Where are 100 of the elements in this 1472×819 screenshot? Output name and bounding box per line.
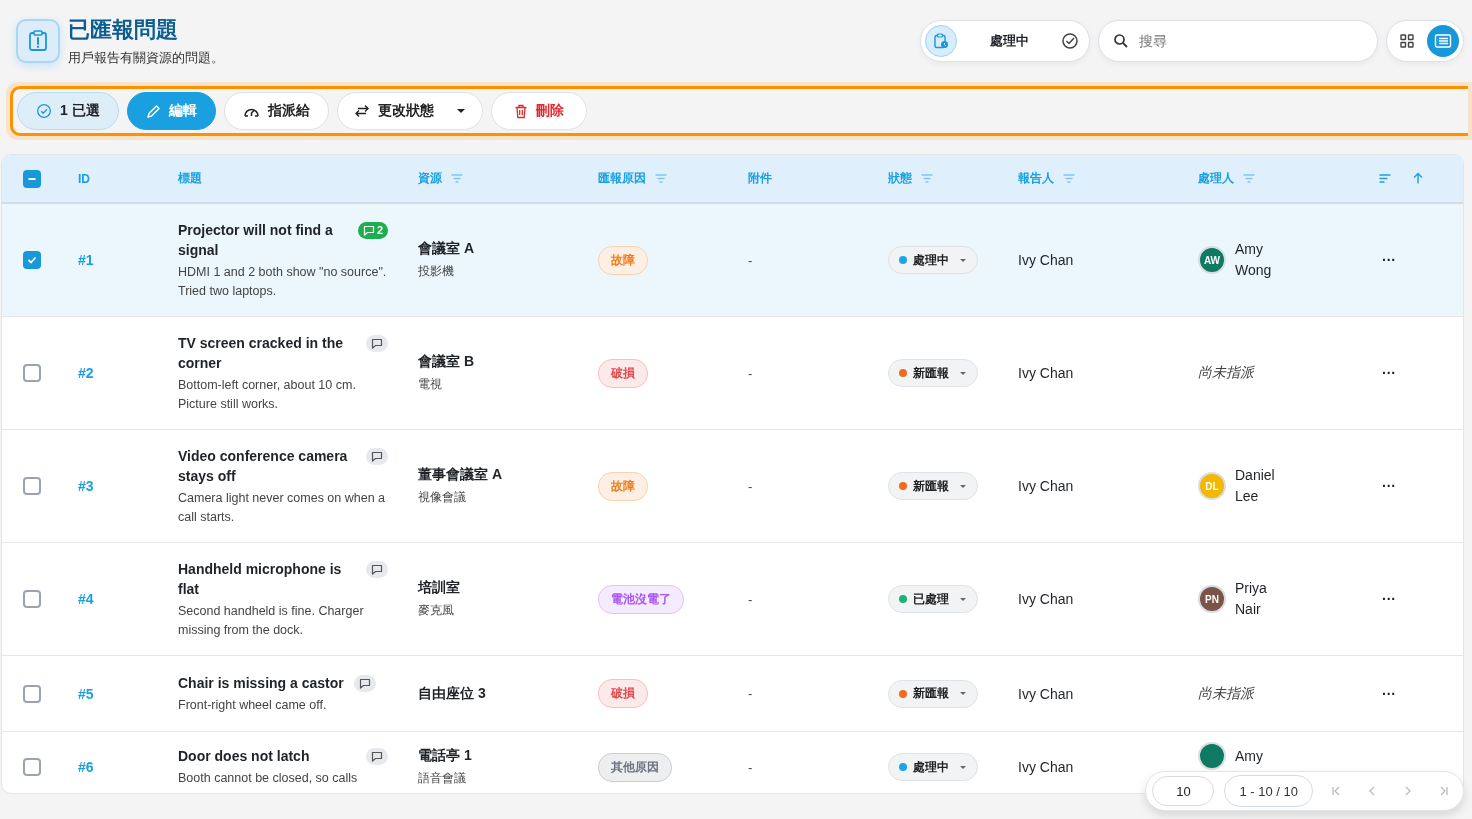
- caret-icon: [959, 483, 967, 489]
- resource-name: 董事會議室 A: [418, 466, 503, 484]
- row-checkbox[interactable]: [23, 477, 41, 495]
- caret-icon: [959, 257, 967, 263]
- issue-description: Camera light never comes on when a call starts.: [178, 489, 387, 526]
- page-title: 已匯報問題: [68, 16, 179, 44]
- attachments-cell-text: -: [748, 252, 754, 268]
- filter-icon: [1062, 172, 1076, 185]
- issue-id[interactable]: #6: [78, 759, 178, 775]
- comment-icon[interactable]: [366, 748, 388, 765]
- issue-title: Chair is missing a castor: [178, 673, 344, 693]
- caret-icon: [959, 691, 967, 696]
- arrow-up-icon[interactable]: [1412, 172, 1424, 185]
- comment-icon[interactable]: [366, 334, 388, 352]
- column-header[interactable]: 標題: [178, 170, 202, 187]
- selection-count-button[interactable]: 1 已選: [17, 92, 119, 130]
- search-input[interactable]: 搜尋: [1137, 32, 1363, 50]
- assignee-name: Daniel Lee: [1235, 466, 1276, 506]
- unassigned-label: 尚未指派: [1198, 364, 1256, 382]
- reporter-name: Ivy Chan: [1018, 759, 1075, 775]
- reason-tag: 破損: [598, 679, 648, 708]
- more-options-button[interactable]: ···: [1382, 478, 1396, 494]
- avatar: PN: [1198, 585, 1226, 613]
- resource-name: 會議室 B: [418, 353, 475, 371]
- more-options-button[interactable]: ···: [1382, 685, 1396, 702]
- resource-type: 視像會議: [418, 489, 467, 506]
- clipboard-alert-icon: [16, 19, 60, 63]
- status-dropdown[interactable]: 處理中: [888, 246, 978, 274]
- reporter-name: Ivy Chan: [1018, 591, 1075, 607]
- trash-icon: [513, 103, 528, 119]
- row-checkbox[interactable]: [23, 758, 41, 776]
- resource-name: 自由座位 3: [418, 684, 487, 703]
- more-options-button[interactable]: ···: [1382, 365, 1396, 381]
- column-header[interactable]: 報告人: [1018, 170, 1076, 187]
- column-header[interactable]: 附件: [748, 170, 772, 187]
- column-header[interactable]: 處理人: [1198, 170, 1256, 187]
- pencil-icon: [145, 103, 161, 119]
- issue-title: Handheld microphone is flat: [178, 559, 343, 599]
- sort-icon[interactable]: [1378, 172, 1392, 185]
- comment-icon[interactable]: [366, 447, 388, 465]
- status-dropdown[interactable]: 已處理: [888, 585, 978, 613]
- caret-icon: [959, 764, 967, 770]
- status-dropdown[interactable]: 新匯報: [888, 679, 978, 708]
- more-options-button[interactable]: ···: [1382, 591, 1396, 607]
- column-header[interactable]: 匯報原因: [598, 170, 668, 187]
- issue-id[interactable]: #3: [78, 478, 178, 494]
- page-size-field[interactable]: 10: [1152, 776, 1215, 806]
- swap-arrows-icon: [353, 104, 370, 118]
- edit-button[interactable]: 編輯: [126, 92, 216, 130]
- issue-id[interactable]: #5: [78, 685, 178, 702]
- reason-tag: 破損: [598, 358, 648, 388]
- attachments-cell-text: -: [748, 591, 754, 607]
- reporter-name: Ivy Chan: [1018, 478, 1075, 494]
- avatar: DL: [1198, 472, 1226, 500]
- status-dropdown[interactable]: 新匯報: [888, 472, 978, 500]
- select-all-checkbox[interactable]: [23, 169, 41, 188]
- comment-icon[interactable]: [353, 674, 376, 692]
- reporter-name: Ivy Chan: [1018, 252, 1075, 268]
- caret-icon: [959, 370, 967, 376]
- row-checkbox[interactable]: [23, 364, 41, 382]
- attachments-cell-text: -: [748, 759, 754, 775]
- comment-icon[interactable]: [366, 560, 388, 578]
- status-dropdown[interactable]: 新匯報: [888, 359, 978, 387]
- comment-count-badge[interactable]: 2: [357, 221, 388, 239]
- checkmark-icon: [27, 255, 37, 265]
- delete-button[interactable]: 刪除: [490, 92, 587, 130]
- reason-tag: 其他原因: [598, 752, 672, 782]
- grid-icon: [1399, 33, 1415, 49]
- column-header[interactable]: 資源: [418, 170, 464, 187]
- status-filter[interactable]: 處理中: [920, 20, 1090, 62]
- search-field[interactable]: 搜尋: [1098, 20, 1378, 62]
- issue-id[interactable]: #1: [78, 252, 178, 268]
- filter-icon: [450, 172, 464, 185]
- reason-tag: 電池沒電了: [598, 584, 684, 614]
- change-status-button[interactable]: 更改狀態: [336, 92, 483, 130]
- reason-tag: 故障: [598, 245, 648, 275]
- resource-type: 投影機: [418, 263, 455, 280]
- column-header[interactable]: ID: [78, 171, 90, 186]
- clipboard-clock-icon: [933, 33, 949, 49]
- check-circle-icon: [36, 103, 52, 119]
- first-page-icon: [1330, 785, 1342, 797]
- more-options-button[interactable]: ···: [1382, 252, 1396, 268]
- status-dropdown[interactable]: 處理中: [888, 753, 978, 781]
- resource-type: 語音會議: [418, 770, 467, 787]
- page-subtitle: 用戶報告有關資源的問題。: [68, 49, 224, 67]
- comment-icon: [362, 224, 375, 236]
- assign-button[interactable]: 指派給: [223, 92, 329, 130]
- filter-icon: [920, 172, 934, 185]
- issue-description: Second handheld is fine. Charger missing from the dock.: [178, 602, 365, 639]
- row-checkbox[interactable]: [23, 251, 41, 269]
- issue-title: Projector will not find a signal: [178, 220, 334, 260]
- issue-id[interactable]: #4: [78, 591, 178, 607]
- issue-title: Video conference camera stays off: [178, 446, 349, 486]
- column-header[interactable]: 狀態: [888, 170, 934, 187]
- issue-id[interactable]: #2: [78, 365, 178, 381]
- row-checkbox[interactable]: [23, 590, 41, 608]
- issue-description: Front-right wheel came off.: [178, 696, 328, 714]
- last-page-icon: [1438, 785, 1450, 797]
- avatar: AW: [1198, 246, 1226, 274]
- row-checkbox[interactable]: [23, 684, 41, 703]
